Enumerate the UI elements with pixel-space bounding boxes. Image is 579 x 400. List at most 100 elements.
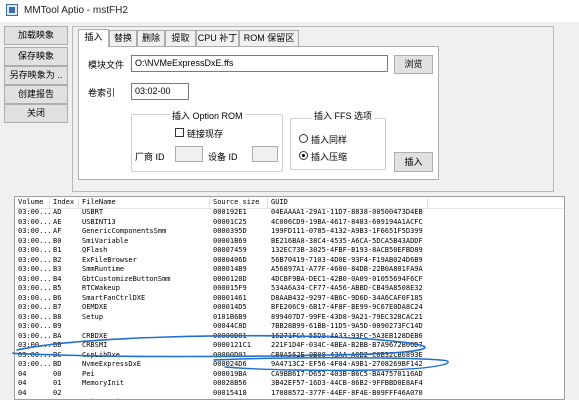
vendor-id-input[interactable]	[175, 146, 203, 162]
column-header-filename[interactable]: FileName	[79, 197, 210, 208]
table-row[interactable]: 03:00... BC CspLibDxe 00000D01 CB0A562E-0B08…	[15, 351, 564, 361]
cell-guid: 899407D7-99FE-43D8-9A21-79EC328CAC21	[271, 312, 423, 321]
cell-volume: 03:00...	[18, 322, 50, 330]
cell-index: 00	[53, 369, 62, 378]
save-image-as-button[interactable]: 另存映象为 ..	[4, 66, 68, 85]
table-row[interactable]: 04 01 MemoryInit 00028B56 3B42EF57-16D3-44CB…	[15, 379, 564, 389]
cell-volume: 03:00...	[18, 274, 50, 283]
table-row[interactable]: 03:00... B3 SmmRuntime 000014B9 A56897A1-A77…	[15, 265, 564, 275]
module-file-label: 模块文件	[88, 60, 125, 70]
cell-volume: 03:00...	[18, 341, 50, 349]
module-file-input[interactable]: O:\NVMeExpressDxE.ffs	[131, 55, 388, 72]
tab-replace[interactable]: 替换	[109, 30, 137, 46]
tab-cpu-patch[interactable]: CPU 补丁	[196, 30, 239, 46]
insert-button[interactable]: 插入	[394, 152, 433, 172]
cell-guid: 199FD111-0785-4132-A9B3-1F6651F5D399	[271, 227, 423, 235]
table-row[interactable]: 03:00... B8 Setup 0101B6B9 899407D7-99FE-43D…	[15, 313, 564, 323]
save-image-button[interactable]: 保存映象	[4, 47, 68, 66]
insert-compressed-radio[interactable]	[299, 151, 308, 160]
cell-filename: SmmRuntime	[82, 265, 125, 273]
close-button[interactable]: 关闭	[4, 104, 68, 123]
cell-filename: MemoryInit	[82, 379, 125, 387]
table-row[interactable]: 03:00... B2 ExFileBrowser 0000406D 56B70419-…	[15, 256, 564, 266]
table-row[interactable]: 03:00... AD USBRT 000192E1 04EAAAA1-29A1-11D…	[15, 208, 564, 218]
insert-same-label: 插入同样	[311, 135, 348, 145]
create-report-button[interactable]: 创建报告	[4, 85, 68, 104]
cell-filename: Setup	[82, 312, 104, 321]
cell-filename: GenericComponentsSmm	[82, 227, 167, 235]
table-row[interactable]: 03:00... B0 SmiVariable 00001B69 BE216BA8-38…	[15, 237, 564, 247]
cell-index: BA	[53, 331, 62, 340]
cell-index: B3	[53, 265, 62, 273]
table-row[interactable]: 04 02 00015418 17088572-377F-44EF-8F4E-B09F…	[15, 389, 564, 399]
table-row[interactable]: 03:00... AE USBINT13 00001C25 4C006CD9-19BA-…	[15, 218, 564, 228]
device-id-input[interactable]	[252, 146, 278, 162]
cell-source-size: 00015418	[213, 388, 247, 397]
load-image-button[interactable]: 加载映象	[4, 26, 68, 45]
cell-source-size: 00007459	[213, 246, 247, 254]
cell-index: B9	[53, 322, 62, 330]
cell-source-size: 000015F9	[213, 284, 247, 292]
cell-guid: CB0A562E-0B08-43AA-A0B2-C0B32CB6893E	[271, 350, 423, 359]
insert-same-radio[interactable]	[299, 134, 308, 143]
cell-volume: 03:00...	[18, 255, 50, 264]
table-row[interactable]: 03:00... B6 SmartFanCtrlDXE 00001461 D8AAB43…	[15, 294, 564, 304]
table-row[interactable]: 03:00... BB CRBSMI 0000121C1 221F1D4F-034C-4…	[15, 341, 564, 351]
cell-guid: 56B70419-7103-4D0E-93F4-F19AB024D6B9	[271, 255, 423, 264]
column-header-index[interactable]: Index	[50, 197, 79, 208]
cell-guid: 221F1D4F-034C-4BEA-B2BB-B7A9672B06D7	[271, 341, 423, 349]
link-existing-checkbox[interactable]	[175, 128, 184, 137]
cell-filename	[79, 389, 210, 399]
table-row[interactable]: 03:00... B1 QFlash 00007459 132EC73B-3025-4F…	[15, 246, 564, 256]
table-row[interactable]: 03:00... B4 GbtCustomizeButtonSmm 0000128D 4…	[15, 275, 564, 285]
cell-filename: USBRT	[82, 208, 104, 216]
ffs-table[interactable]: Volume Index FileName Source size GUID 0…	[14, 196, 565, 400]
tab-insert[interactable]: 插入	[78, 29, 109, 47]
column-header-volume[interactable]: Volume	[15, 197, 50, 208]
cell-filename: SmiVariable	[82, 236, 129, 245]
cell-guid: 16271FCA-55D9-4A33-93FC-5A3EB128DEB6	[271, 331, 423, 340]
option-rom-group	[131, 114, 283, 172]
cell-volume: 03:00...	[18, 303, 50, 311]
cell-volume: 03:00...	[18, 284, 50, 292]
cell-index: B2	[53, 255, 62, 264]
cell-guid: 132EC73B-3025-4FBF-B193-8ACB50EFBD89	[271, 246, 423, 254]
cell-guid: BE216BA8-38C4-4535-A6CA-5DCA5B43ADDF	[271, 236, 423, 245]
cell-index: B1	[53, 246, 62, 254]
cell-volume: 03:00...	[18, 360, 50, 368]
tab-delete[interactable]: 删除	[137, 30, 165, 46]
cell-guid: 3B42EF57-16D3-44CB-86B2-9FFBBD0E8AF4	[271, 379, 423, 387]
table-row[interactable]: 03:00... B5 RTCWakeup 000015F9 534A6A34-CF77…	[15, 284, 564, 294]
cell-source-size: 0000121C1	[213, 341, 251, 349]
cell-source-size: 0000395D	[213, 227, 247, 235]
table-row[interactable]: 03:00... BD NvmeExpressDxE 000024D6 9A4713C2…	[15, 360, 564, 370]
cell-filename: CspLibDxe	[82, 350, 120, 359]
cell-filename: GbtCustomizeButtonSmm	[82, 274, 171, 283]
volume-index-input[interactable]: 03:02-00	[131, 83, 189, 100]
cell-source-size: 000192E1	[213, 208, 247, 216]
browse-button[interactable]: 浏览	[394, 55, 433, 74]
cell-source-size: 00001461	[213, 293, 247, 302]
table-row[interactable]: 03:00... B9 00044C8D 7BB28B99-61BB-11D5-9A5…	[15, 322, 564, 332]
tab-rom-hole[interactable]: ROM 保留区	[239, 30, 299, 46]
cell-index: B5	[53, 284, 62, 292]
cell-filename	[79, 322, 210, 332]
cell-source-size: 000019BA	[213, 369, 247, 378]
cell-guid: 7BB28B99-61BB-11D5-9A5D-0090273FC14D	[271, 322, 423, 330]
cell-filename: ExFileBrowser	[82, 255, 137, 264]
table-row[interactable]: 03:00... AF GenericComponentsSmm 0000395D 19…	[15, 227, 564, 237]
column-header-guid[interactable]: GUID	[268, 197, 428, 208]
cell-source-size: 0101B6B9	[213, 312, 247, 321]
cell-guid: 04EAAAA1-29A1-11D7-8838-00500473D4EB	[271, 208, 423, 216]
tab-extract[interactable]: 提取	[165, 30, 196, 46]
table-row[interactable]: 03:00... BA CRBDXE 00000D81 16271FCA-55D9-4A…	[15, 332, 564, 342]
cell-guid: 17088572-377F-44EF-8F4E-B09FFF46A070	[271, 388, 423, 397]
cell-volume: 03:00...	[18, 236, 50, 245]
column-header-source-size[interactable]: Source size	[210, 197, 268, 208]
cell-volume: 03:00...	[18, 217, 50, 226]
cell-filename: SmartFanCtrlDXE	[82, 293, 146, 302]
table-row[interactable]: 03:00... B7 OEMDXE 000014D5 BFE206C9-6B17-4F…	[15, 303, 564, 313]
cell-index: 01	[53, 379, 62, 387]
cell-filename: Pei	[82, 369, 95, 378]
table-row[interactable]: 04 00 Pei 000019BA CA9BB617-D652-403B-B6C5-B…	[15, 370, 564, 380]
